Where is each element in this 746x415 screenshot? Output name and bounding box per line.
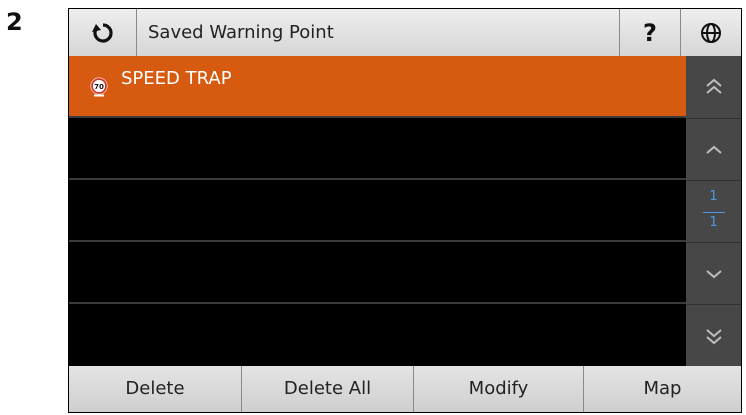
page-down-button[interactable] [686,242,741,304]
warning-point-list: 70 SPEED TRAP [69,56,686,366]
globe-button[interactable] [681,9,741,56]
refresh-icon [91,22,113,43]
refresh-button[interactable] [69,9,137,56]
header-bar: Saved Warning Point ? [69,9,741,56]
delete-all-button[interactable]: Delete All [241,366,413,412]
list-item[interactable]: 70 SPEED TRAP [69,56,686,116]
double-chevron-up-icon [705,78,722,94]
list-item[interactable] [69,178,686,240]
page-last-button[interactable] [686,304,741,366]
speed-limit-70-icon: 70 [90,77,108,97]
page-first-button[interactable] [686,56,741,118]
step-number: 2 [6,8,23,36]
list-item[interactable] [69,116,686,178]
modify-button[interactable]: Modify [413,366,583,412]
help-icon: ? [643,18,657,47]
page-title: Saved Warning Point [148,22,334,43]
list-item[interactable] [69,302,686,366]
current-page: 1 [709,189,718,204]
scroll-controls: 1 1 [686,56,741,366]
total-pages: 1 [709,215,718,230]
help-button[interactable]: ? [619,9,681,56]
double-chevron-down-icon [705,328,722,344]
chevron-up-icon [705,145,722,154]
device-screen: Saved Warning Point ? 70 SPEED TRAP 1 1 … [68,8,742,413]
page-up-button[interactable] [686,118,741,180]
speed-limit-value: 70 [94,83,104,91]
chevron-down-icon [705,269,722,278]
page-divider [703,212,725,213]
globe-icon [701,22,721,43]
delete-button[interactable]: Delete [69,366,241,412]
map-button[interactable]: Map [583,366,741,412]
list-item-label: SPEED TRAP [121,68,232,89]
list-item[interactable] [69,240,686,302]
page-indicator: 1 1 [686,180,741,242]
bottom-action-bar: Delete Delete All Modify Map [69,366,741,412]
